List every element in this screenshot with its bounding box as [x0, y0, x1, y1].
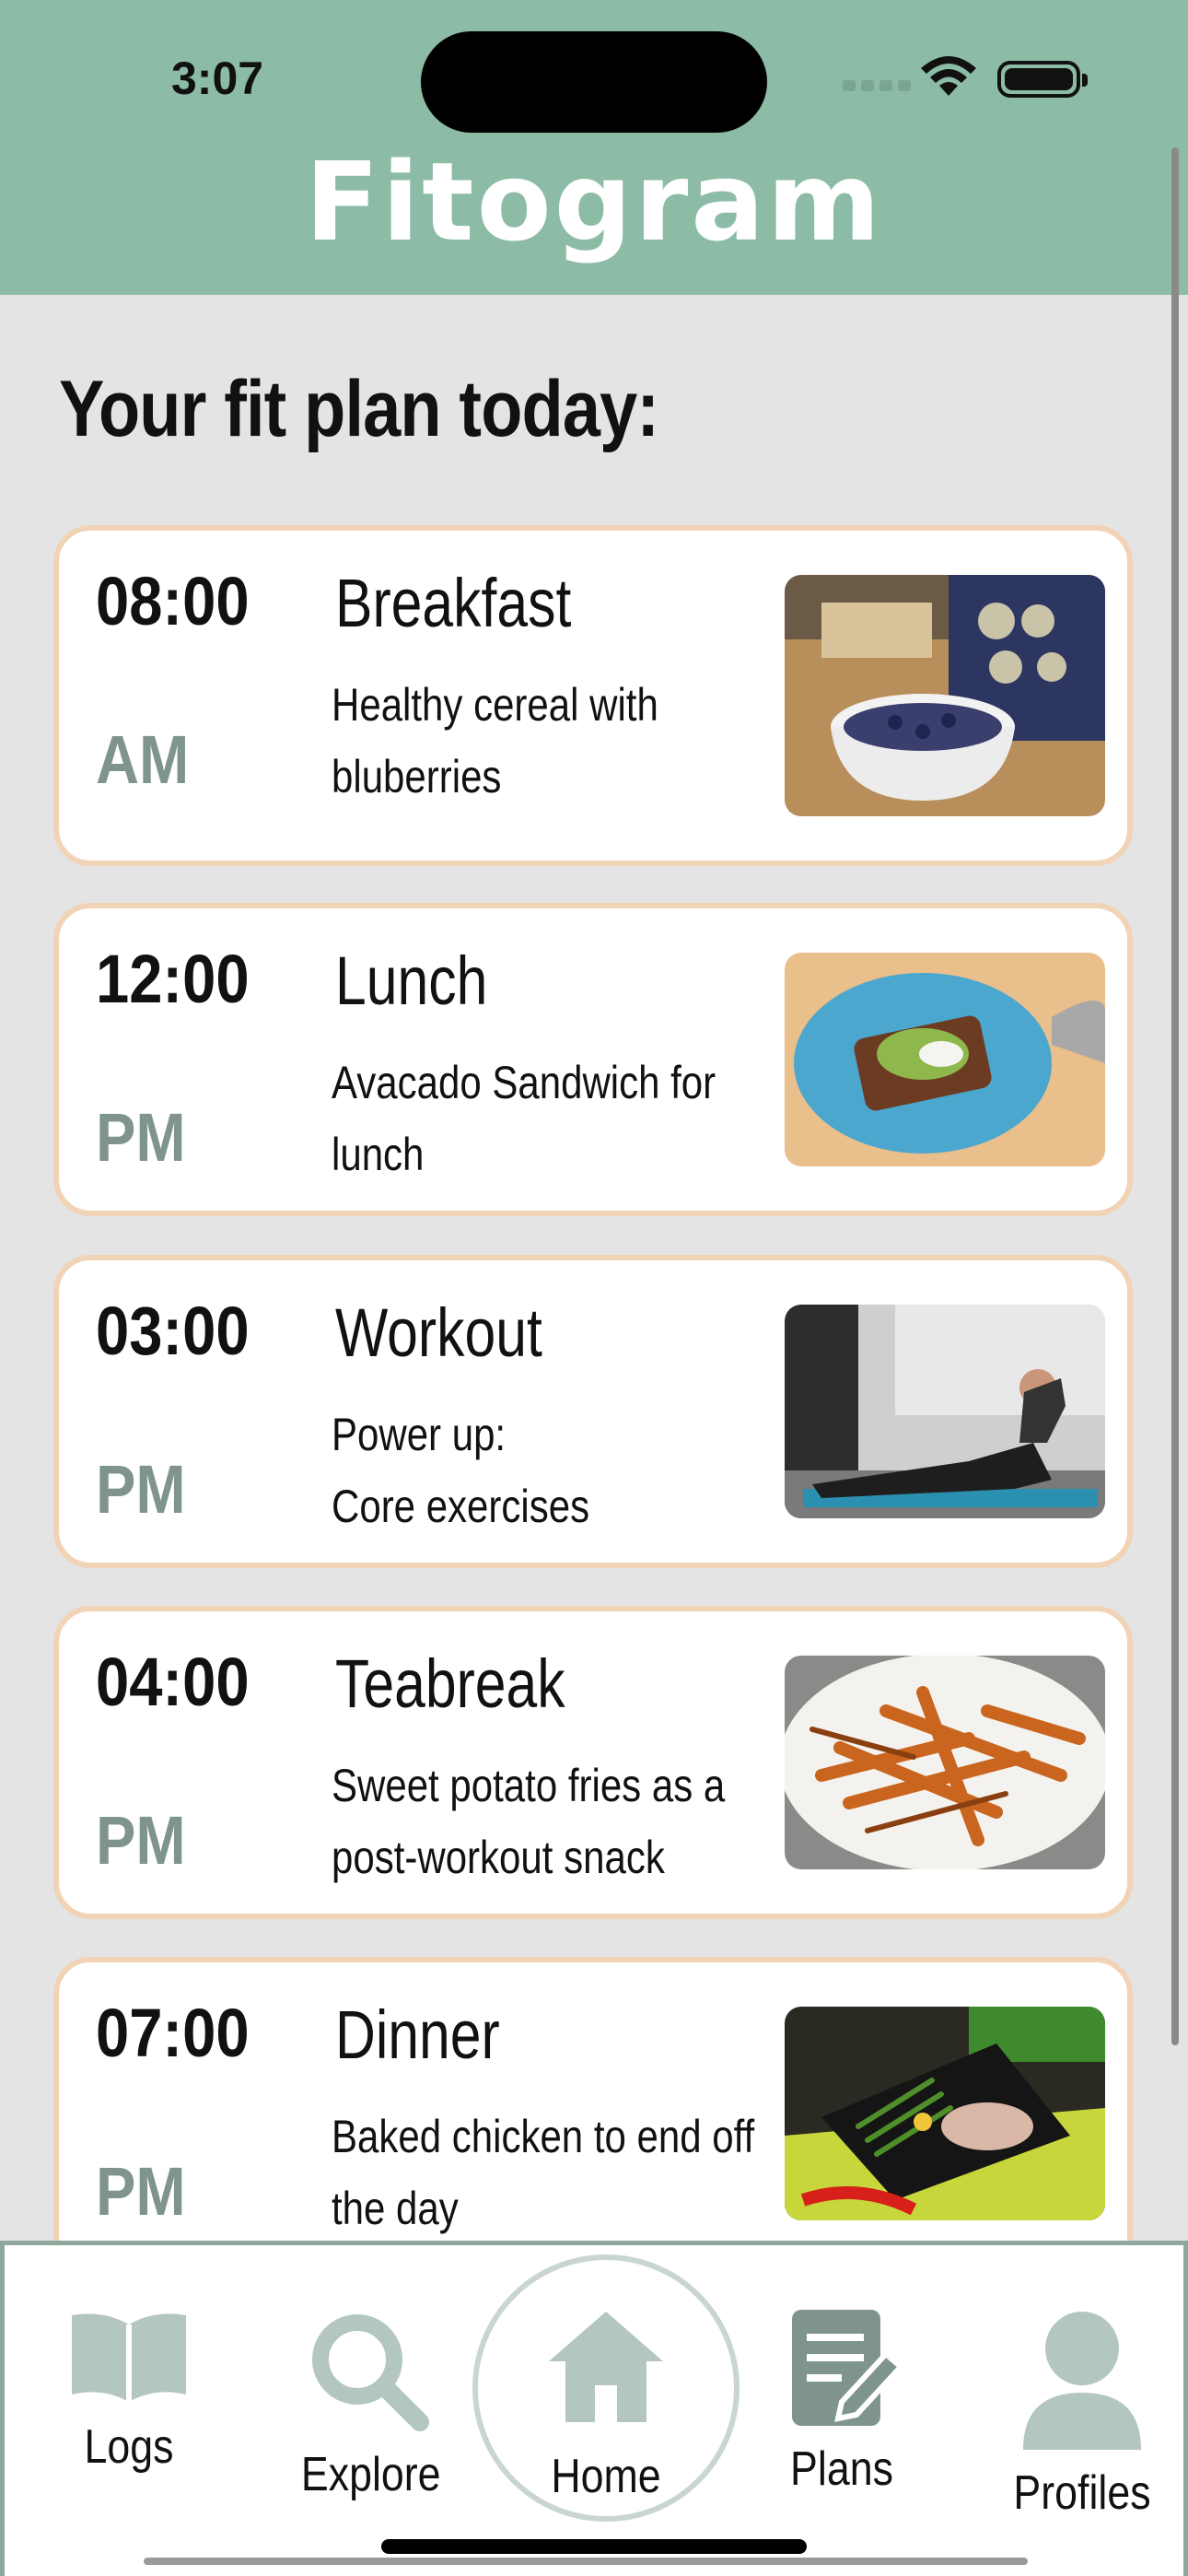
cellular-signal-icon — [843, 79, 916, 96]
plan-description: Sweet potato fries as a post-workout sna… — [332, 1760, 726, 1883]
plan-card-workout[interactable]: 03:00 PM Workout Power up: Core exercise… — [53, 1255, 1133, 1568]
plan-description: Baked chicken to end off the day — [332, 2111, 755, 2234]
avocado-toast-image — [785, 953, 1105, 1166]
tab-label: Explore — [300, 2448, 441, 2501]
plan-ampm: PM — [96, 1099, 186, 1176]
plan-ampm: PM — [96, 1451, 186, 1528]
cereal-bowl-image — [785, 575, 1105, 816]
plan-title: Dinner — [335, 1996, 500, 2073]
sweet-potato-fries-image — [785, 1656, 1105, 1869]
bottom-tab-bar: Logs Explore Home Plans Profiles — [0, 2241, 1188, 2576]
plan-title: Teabreak — [335, 1645, 565, 1722]
plan-ampm: PM — [96, 1802, 186, 1879]
plan-description: Avacado Sandwich for lunch — [332, 1057, 716, 1180]
baked-chicken-image — [785, 2007, 1105, 2220]
page-heading: Your fit plan today: — [59, 365, 659, 453]
home-indicator-track — [144, 2558, 1028, 2565]
tab-explore[interactable]: Explore — [290, 2306, 447, 2502]
tab-home[interactable]: Home — [472, 2254, 740, 2522]
tab-profiles[interactable]: Profiles — [999, 2306, 1165, 2521]
plan-time: 04:00 — [96, 1644, 250, 1720]
tab-label: Home — [551, 2450, 661, 2503]
book-icon — [72, 2313, 186, 2402]
tab-logs[interactable]: Logs — [51, 2306, 207, 2475]
plan-ampm: PM — [96, 2153, 186, 2230]
plan-time: 07:00 — [96, 1995, 250, 2071]
plan-edit-icon — [792, 2310, 905, 2426]
home-icon — [549, 2312, 663, 2422]
search-icon — [312, 2314, 429, 2431]
plan-time: 08:00 — [96, 563, 250, 639]
plan-card-breakfast[interactable]: 08:00 AM Breakfast Healthy cereal with b… — [53, 525, 1133, 866]
app-header: 3:07 Fitogram — [0, 0, 1188, 295]
plan-time: 12:00 — [96, 941, 250, 1017]
app-title: Fitogram — [305, 138, 883, 265]
tab-label: Plans — [790, 2442, 893, 2496]
plan-title: Breakfast — [335, 565, 572, 641]
plan-ampm: AM — [96, 721, 190, 798]
wifi-icon — [921, 56, 976, 96]
plan-card-lunch[interactable]: 12:00 PM Lunch Avacado Sandwich for lunc… — [53, 903, 1133, 1216]
plank-workout-image — [785, 1305, 1105, 1518]
tab-plans[interactable]: Plans — [763, 2306, 920, 2497]
plan-description: Power up: Core exercises — [332, 1409, 590, 1532]
user-icon — [1023, 2312, 1141, 2450]
plan-title: Lunch — [335, 943, 488, 1019]
plan-title: Workout — [335, 1294, 542, 1371]
plan-card-dinner[interactable]: 07:00 PM Dinner Baked chicken to end off… — [53, 1957, 1133, 2279]
status-time: 3:07 — [171, 53, 264, 104]
battery-icon — [997, 61, 1088, 98]
tab-label: Logs — [84, 2420, 174, 2474]
plan-time: 03:00 — [96, 1293, 250, 1369]
home-indicator[interactable] — [381, 2539, 807, 2554]
scrollbar[interactable] — [1171, 147, 1179, 2045]
tab-label: Profiles — [1013, 2466, 1151, 2520]
plan-description: Healthy cereal with bluberries — [332, 679, 658, 802]
dynamic-island — [421, 31, 767, 133]
plan-card-teabreak[interactable]: 04:00 PM Teabreak Sweet potato fries as … — [53, 1606, 1133, 1919]
